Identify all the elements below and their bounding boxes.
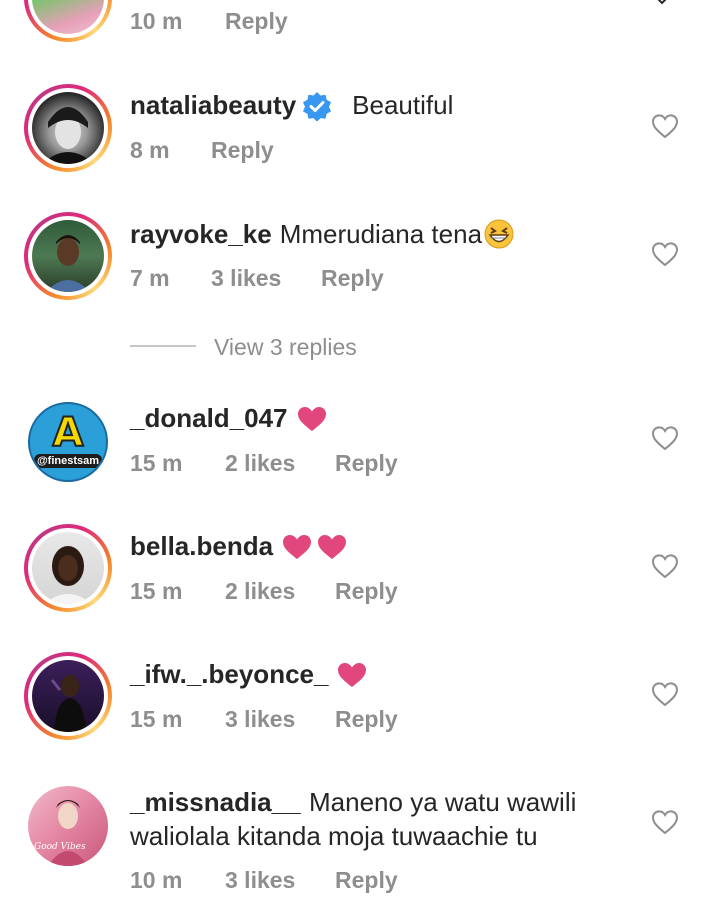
comment-text: Beautiful (352, 90, 454, 120)
comment-time: 10 m (130, 867, 183, 893)
heart-like-icon[interactable] (651, 553, 679, 579)
comment-time: 8 m (130, 137, 170, 163)
comment-text-line-1: Maneno ya watu wawili (309, 787, 577, 817)
avatar (32, 0, 104, 34)
reply-button[interactable]: Reply (335, 578, 398, 605)
comment-username[interactable]: _missnadia__ (130, 787, 301, 817)
reply-button[interactable]: Reply (211, 137, 274, 164)
avatar-script-text: Good Vibes (34, 842, 86, 852)
avatar-story-ring[interactable] (24, 0, 112, 42)
likes-count[interactable]: 3 likes (211, 265, 281, 292)
comment-time: 15 m (130, 706, 183, 732)
avatar: Good Vibes (28, 786, 108, 866)
grinning-squinting-face-icon (484, 219, 514, 249)
avatar-badge-text: @finestsam (34, 454, 102, 468)
heart-like-icon[interactable] (651, 425, 679, 451)
avatar (32, 532, 104, 604)
likes-count[interactable]: 3 likes (225, 706, 295, 733)
verified-badge-icon (303, 91, 332, 121)
avatar-story-ring[interactable] (24, 212, 112, 300)
reply-button[interactable]: Reply (225, 8, 288, 35)
avatar (32, 92, 104, 164)
likes-count[interactable]: 3 likes (225, 867, 295, 894)
heart-like-icon[interactable] (651, 809, 679, 835)
comment-time: 7 m (130, 265, 170, 291)
comment-username[interactable]: _ifw._.beyonce_ (130, 659, 328, 690)
heart-like-icon[interactable] (651, 113, 679, 139)
avatar (32, 660, 104, 732)
avatar-wrap[interactable]: Good Vibes (28, 786, 108, 866)
pink-heart-emoji-icon (297, 406, 326, 431)
comment-username[interactable]: nataliabeauty (130, 90, 296, 121)
comment-username[interactable]: _donald_047 (130, 403, 288, 434)
chevron-down-icon[interactable] (652, 0, 672, 8)
likes-count[interactable]: 2 likes (225, 578, 295, 605)
pink-heart-emoji-icon (318, 534, 347, 559)
comment-username[interactable]: rayvoke_ke (130, 219, 272, 250)
avatar-wrap[interactable]: A @finestsam (28, 402, 108, 482)
view-replies-button[interactable]: View 3 replies (214, 334, 357, 361)
avatar: A @finestsam (28, 402, 108, 482)
comment-time: 15 m (130, 578, 183, 604)
heart-like-icon[interactable] (651, 681, 679, 707)
avatar-story-ring[interactable] (24, 524, 112, 612)
comment-username[interactable]: bella.benda (130, 531, 273, 562)
reply-button[interactable]: Reply (335, 450, 398, 477)
comment-time: 10 m (130, 8, 183, 34)
pink-heart-emoji-icon (283, 534, 312, 559)
comment-time: 15 m (130, 450, 183, 476)
replies-divider (130, 345, 196, 347)
reply-button[interactable]: Reply (321, 265, 384, 292)
avatar-story-ring[interactable] (24, 652, 112, 740)
reply-button[interactable]: Reply (335, 706, 398, 733)
avatar-badge-letter: A (52, 409, 85, 457)
likes-count[interactable]: 2 likes (225, 450, 295, 477)
pink-heart-emoji-icon (338, 662, 367, 687)
heart-like-icon[interactable] (651, 241, 679, 267)
comment-text-line-2: waliolala kitanda moja tuwaachie tu (130, 821, 538, 851)
avatar (32, 220, 104, 292)
avatar-story-ring[interactable] (24, 84, 112, 172)
comment-text: Mmerudiana tena (279, 218, 483, 249)
reply-button[interactable]: Reply (335, 867, 398, 894)
